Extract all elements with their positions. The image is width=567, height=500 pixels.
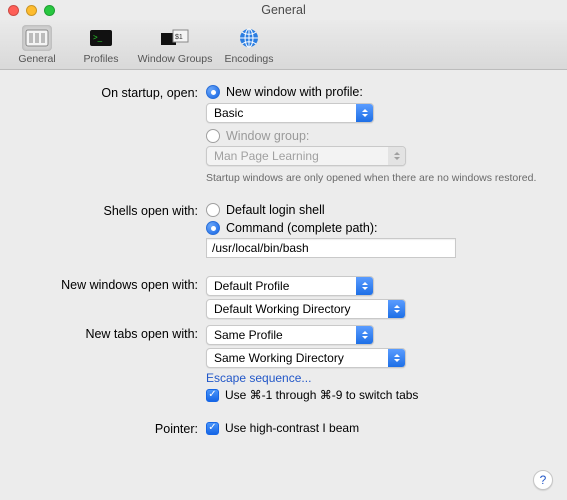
chevron-updown-icon — [388, 349, 405, 367]
help-button[interactable]: ? — [533, 470, 553, 490]
shells-label: Shells open with: — [0, 202, 206, 218]
chevron-updown-icon — [356, 277, 373, 295]
radio-default-shell[interactable] — [206, 203, 220, 217]
select-value: Same Working Directory — [207, 351, 388, 365]
radio-command[interactable] — [206, 221, 220, 235]
chevron-updown-icon — [356, 326, 373, 344]
newtab-profile-select[interactable]: Same Profile — [206, 325, 374, 345]
pointer-label: Pointer: — [0, 420, 206, 436]
command-path-input[interactable] — [206, 238, 456, 258]
globe-icon — [234, 25, 264, 51]
select-value: Same Profile — [207, 328, 356, 342]
newtab-dir-select[interactable]: Same Working Directory — [206, 348, 406, 368]
svg-text:>_: >_ — [93, 33, 103, 42]
switch-icon — [22, 25, 52, 51]
terminal-icon: >_ — [86, 25, 116, 51]
svg-text:$1: $1 — [175, 34, 183, 41]
select-value: Man Page Learning — [207, 149, 388, 163]
toolbar-label: General — [6, 53, 68, 65]
newtab-label: New tabs open with: — [0, 325, 206, 345]
checkbox-ibeam[interactable] — [206, 422, 219, 435]
toolbar-label: Profiles — [70, 53, 132, 65]
startup-note: Startup windows are only opened when the… — [206, 172, 536, 184]
startup-label: On startup, open: — [0, 84, 206, 100]
toolbar-profiles[interactable]: >_ Profiles — [70, 23, 132, 65]
checkbox-label: Use high-contrast I beam — [225, 421, 359, 435]
chevron-updown-icon — [388, 147, 405, 165]
newwin-label: New windows open with: — [0, 276, 206, 296]
help-icon: ? — [540, 473, 547, 487]
prefs-content: On startup, open: New window with profil… — [0, 70, 567, 500]
toolbar-encodings[interactable]: Encodings — [218, 23, 280, 65]
select-value: Basic — [207, 106, 356, 120]
toolbar-label: Encodings — [218, 53, 280, 65]
prefs-toolbar: General >_ Profiles $1 Window Groups Enc… — [0, 20, 567, 70]
newwin-dir-select[interactable]: Default Working Directory — [206, 299, 406, 319]
toolbar-label: Window Groups — [134, 53, 216, 65]
toolbar-window-groups[interactable]: $1 Window Groups — [134, 23, 216, 65]
window-group-icon: $1 — [160, 25, 190, 51]
select-value: Default Profile — [207, 279, 356, 293]
select-value: Default Working Directory — [207, 302, 388, 316]
chevron-updown-icon — [356, 104, 373, 122]
startup-group-select: Man Page Learning — [206, 146, 406, 166]
radio-window-group[interactable] — [206, 129, 220, 143]
window-title: General — [0, 3, 567, 17]
radio-label: Window group: — [226, 129, 309, 143]
radio-label: Command (complete path): — [226, 221, 377, 235]
radio-new-window-profile[interactable] — [206, 85, 220, 99]
checkbox-switch-tabs[interactable] — [206, 389, 219, 402]
window-titlebar: General — [0, 0, 567, 20]
newwin-profile-select[interactable]: Default Profile — [206, 276, 374, 296]
radio-label: New window with profile: — [226, 85, 363, 99]
checkbox-label: Use ⌘-1 through ⌘-9 to switch tabs — [225, 388, 418, 402]
chevron-updown-icon — [388, 300, 405, 318]
radio-label: Default login shell — [226, 203, 325, 217]
escape-sequence-link[interactable]: Escape sequence... — [206, 371, 311, 385]
toolbar-general[interactable]: General — [6, 23, 68, 65]
startup-profile-select[interactable]: Basic — [206, 103, 374, 123]
